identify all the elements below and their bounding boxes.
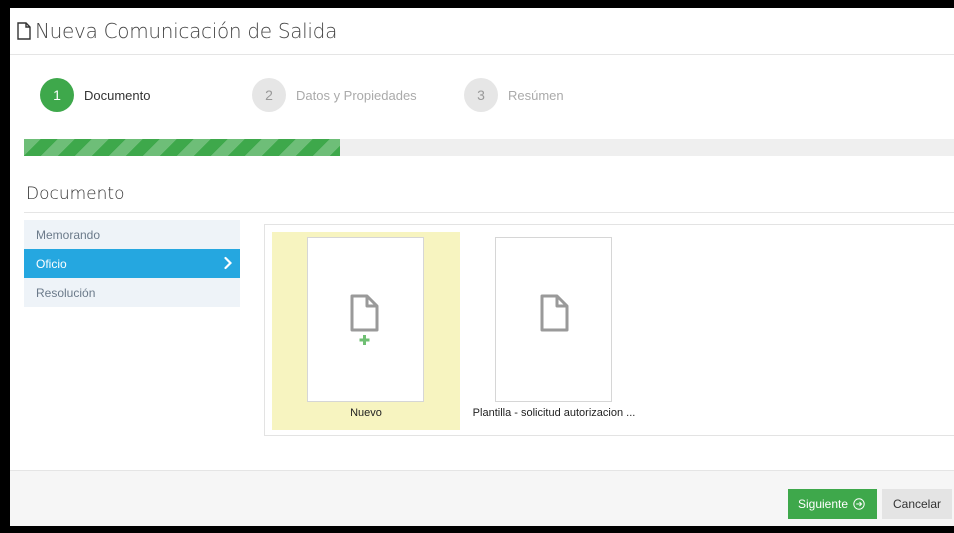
dialog-window: Nueva Comunicación de Salida 1 Documento…: [10, 8, 954, 526]
template-name: Nuevo: [350, 407, 382, 419]
step-number: 1: [40, 78, 74, 112]
document-type-label: Memorando: [36, 227, 101, 242]
step-number: 2: [252, 78, 286, 112]
progress-fill: [24, 139, 341, 156]
document-icon: [17, 22, 31, 40]
next-button-label: Siguiente: [798, 497, 849, 511]
template-panel: Nuevo Plantilla - solicitud autorizacion…: [264, 224, 954, 436]
template-tile-nuevo[interactable]: Nuevo: [272, 232, 460, 430]
new-document-icon: [350, 294, 379, 345]
document-type-oficio[interactable]: Oficio: [24, 249, 240, 278]
document-type-resolucion[interactable]: Resolución: [24, 278, 240, 307]
document-icon: [540, 294, 569, 332]
step-label: Resúmen: [508, 87, 564, 103]
divider: [24, 212, 954, 213]
document-type-label: Oficio: [36, 256, 67, 271]
arrow-right-circle-icon: [853, 498, 865, 510]
step-datos-propiedades[interactable]: 2 Datos y Propiedades: [252, 78, 417, 112]
template-card: [307, 237, 424, 402]
template-tile-plantilla[interactable]: Plantilla - solicitud autorizacion ...: [460, 232, 648, 430]
template-name: Plantilla - solicitud autorizacion ...: [472, 407, 636, 419]
step-number: 3: [464, 78, 498, 112]
next-button[interactable]: Siguiente: [788, 489, 877, 519]
document-type-label: Resolución: [36, 285, 96, 300]
step-documento[interactable]: 1 Documento: [40, 78, 150, 112]
wizard-progress-bar: [24, 139, 954, 156]
section-title: Documento: [26, 184, 125, 204]
dialog-footer: Siguiente Cancelar: [10, 470, 954, 526]
dialog-titlebar: Nueva Comunicación de Salida: [10, 8, 954, 55]
template-card: [495, 237, 612, 402]
wizard-steps: 1 Documento 2 Datos y Propiedades 3 Resú…: [40, 78, 940, 114]
step-label: Documento: [84, 87, 151, 103]
step-resumen[interactable]: 3 Resúmen: [464, 78, 564, 112]
document-type-list: Memorando Oficio Resolución: [24, 220, 240, 307]
cancel-button-label: Cancelar: [892, 497, 942, 511]
document-type-memorando[interactable]: Memorando: [24, 220, 240, 249]
dialog-title: Nueva Comunicación de Salida: [35, 19, 338, 43]
step-label: Datos y Propiedades: [296, 87, 417, 103]
cancel-button[interactable]: Cancelar: [882, 489, 952, 519]
chevron-right-icon: [224, 256, 232, 270]
